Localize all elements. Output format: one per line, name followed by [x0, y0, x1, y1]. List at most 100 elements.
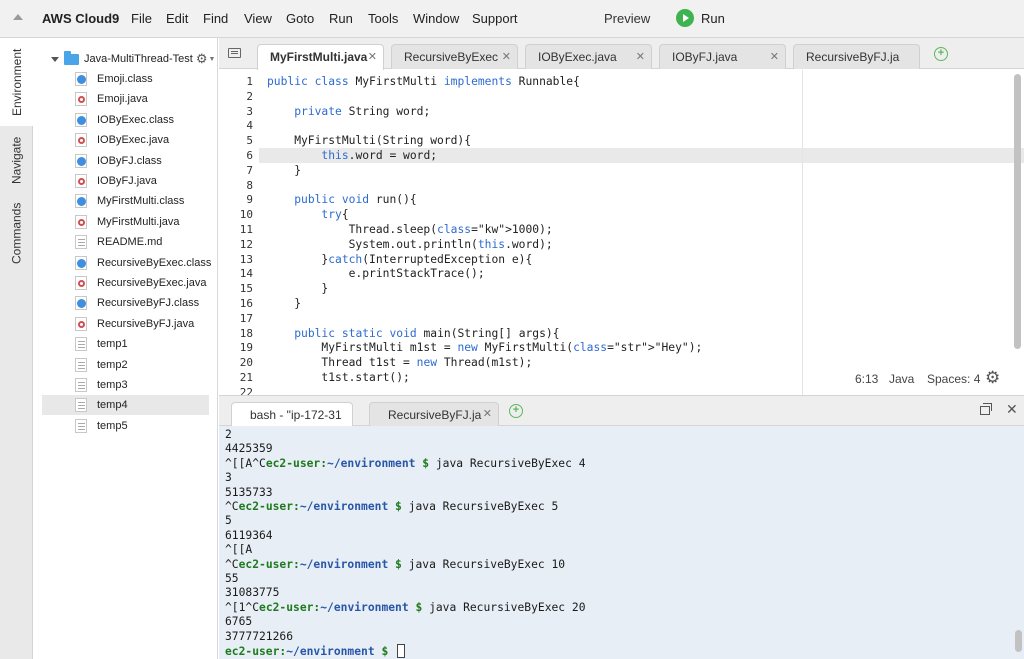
language-mode[interactable]: Java: [889, 372, 914, 386]
terminal-tab-bash[interactable]: bash - "ip-172-31: [231, 402, 353, 426]
file-name: RecursiveByExec.java: [97, 277, 207, 289]
tab-navigate[interactable]: Navigate: [0, 126, 33, 194]
file-tree-item[interactable]: IOByFJ.class: [42, 151, 209, 171]
file-tree-item[interactable]: MyFirstMulti.java: [42, 212, 209, 232]
menu-run[interactable]: Run: [329, 11, 353, 26]
new-tab-plus-icon[interactable]: +: [934, 47, 948, 61]
indent-setting[interactable]: Spaces: 4: [927, 372, 980, 386]
terminal-tab-recursivebyfj[interactable]: RecursiveByFJ.ja ✕: [369, 402, 499, 426]
file-name: MyFirstMulti.class: [97, 195, 185, 208]
editor-tab-label: RecursiveByExec: [404, 50, 499, 64]
class-file-icon: [75, 72, 87, 86]
line-number: 4: [246, 119, 253, 133]
file-name: RecursiveByExec.class: [97, 256, 212, 269]
terminal-line: 31083775: [225, 586, 280, 600]
preview-button[interactable]: Preview: [604, 11, 650, 26]
editor-tab-recursivebyexec[interactable]: RecursiveByExec ✕: [391, 44, 518, 69]
file-tree-item[interactable]: temp3: [42, 375, 209, 395]
editor-scrollbar[interactable]: [1014, 74, 1021, 349]
restore-panel-icon[interactable]: [980, 403, 992, 415]
close-icon[interactable]: ✕: [636, 50, 645, 63]
menu-tools[interactable]: Tools: [368, 11, 398, 26]
close-panel-icon[interactable]: ✕: [1006, 401, 1018, 418]
code-line: }: [267, 297, 302, 310]
file-tree-item[interactable]: README.md: [42, 232, 209, 252]
text-file-icon: [75, 235, 87, 250]
terminal-line: ^Cec2-user:~/environment $ java Recursiv…: [225, 557, 566, 571]
editor-tab-label: RecursiveByFJ.ja: [806, 50, 900, 64]
cursor-position[interactable]: 6:13: [855, 372, 878, 386]
tab-list-icon[interactable]: [228, 48, 241, 58]
terminal-output[interactable]: 2 4425359 ^[[A^Cec2-user:~/environment $ j…: [219, 426, 1024, 659]
gear-icon[interactable]: ⚙: [985, 368, 1000, 388]
menu-file[interactable]: File: [131, 11, 152, 26]
folder-icon: [64, 50, 79, 65]
dropdown-icon[interactable]: ▼: [208, 56, 215, 63]
file-tree-item[interactable]: temp1: [42, 334, 209, 354]
editor-tab-recursivebyfj[interactable]: RecursiveByFJ.ja: [793, 44, 920, 69]
file-tree-item[interactable]: temp5: [42, 416, 209, 436]
code-line: public void run(){: [294, 193, 417, 207]
menu-view[interactable]: View: [244, 11, 272, 26]
class-file-icon: [75, 296, 87, 311]
file-tree-item[interactable]: RecursiveByExec.class: [42, 253, 212, 273]
file-tree-item[interactable]: temp2: [42, 355, 209, 375]
gear-icon[interactable]: ⚙: [196, 51, 208, 67]
app-brand-menu[interactable]: AWS Cloud9: [42, 11, 119, 26]
file-tree-item[interactable]: Emoji.class: [42, 69, 209, 89]
code-editor[interactable]: 1 2 3 4 5 6 7 8 9 10 11 12 13 14 15 16 17 18 19 20 21 22 publ…: [219, 70, 1024, 395]
terminal-line: 6119364: [225, 528, 273, 542]
close-icon[interactable]: ✕: [770, 50, 779, 63]
new-terminal-plus-icon[interactable]: +: [509, 404, 523, 418]
terminal-line: 55: [225, 572, 239, 585]
file-tree-item[interactable]: Emoji.java: [42, 89, 209, 109]
close-icon[interactable]: ✕: [502, 50, 511, 63]
line-number: 6: [246, 149, 253, 162]
line-number: 5: [246, 134, 253, 148]
editor-tab-iobyfj[interactable]: IOByFJ.java ✕: [659, 44, 786, 69]
line-number: 18: [239, 326, 253, 340]
tab-commands[interactable]: Commands: [0, 194, 33, 272]
file-tree-item[interactable]: RecursiveByFJ.java: [42, 314, 209, 334]
file-name: Emoji.class: [97, 73, 153, 85]
file-tree-item[interactable]: IOByFJ.java: [42, 171, 209, 191]
file-tree-item[interactable]: RecursiveByFJ.class: [42, 293, 209, 313]
menu-support[interactable]: Support: [472, 11, 518, 26]
file-tree-item[interactable]: IOByExec.java: [42, 130, 209, 150]
terminal-scrollbar[interactable]: [1015, 630, 1022, 652]
line-number: 3: [246, 104, 253, 118]
file-name: IOByExec.java: [97, 134, 170, 147]
menu-find[interactable]: Find: [203, 11, 228, 26]
text-file-icon: [75, 378, 87, 392]
line-number: 10: [239, 208, 253, 222]
terminal-tab-label: bash - "ip-172-31: [250, 408, 342, 422]
code-line: public static void main(String[] args){: [294, 326, 560, 340]
menu-window[interactable]: Window: [413, 11, 459, 26]
collapse-menu-icon[interactable]: [13, 14, 23, 20]
code-line: Thread t1st = new Thread(m1st);: [267, 356, 533, 370]
close-icon[interactable]: ✕: [483, 407, 492, 420]
menu-edit[interactable]: Edit: [166, 11, 188, 26]
file-tree-item[interactable]: temp4: [42, 395, 209, 416]
terminal-line: 4425359: [225, 442, 273, 456]
java-file-icon: [75, 92, 87, 107]
expand-arrow-icon[interactable]: [51, 56, 59, 62]
terminal-line: ec2-user:~/environment $: [225, 644, 406, 658]
menu-goto[interactable]: Goto: [286, 11, 314, 26]
run-button[interactable]: Run: [676, 9, 725, 27]
file-tree-item[interactable]: RecursiveByExec.java: [42, 273, 209, 293]
tree-root-folder[interactable]: Java-MultiThread-Test ⚙ ▼: [51, 50, 215, 67]
line-number: 13: [239, 252, 253, 266]
file-tree-item[interactable]: IOByExec.class: [42, 110, 209, 130]
line-number: 22: [239, 385, 253, 395]
close-icon[interactable]: ✕: [368, 50, 377, 63]
editor-tab-iobyexec[interactable]: IOByExec.java ✕: [525, 44, 652, 69]
file-tree-item[interactable]: MyFirstMulti.class: [42, 191, 209, 211]
code-line: e.printStackTrace();: [267, 267, 485, 281]
code-line: t1st.start();: [267, 371, 410, 384]
terminal-line: 5135733: [225, 485, 273, 499]
tab-environment[interactable]: Environment: [0, 38, 33, 126]
terminal-line: 6765: [225, 615, 253, 629]
file-name: MyFirstMulti.java: [97, 215, 180, 228]
editor-tab-myfirstmulti[interactable]: MyFirstMulti.java ✕: [257, 44, 384, 70]
